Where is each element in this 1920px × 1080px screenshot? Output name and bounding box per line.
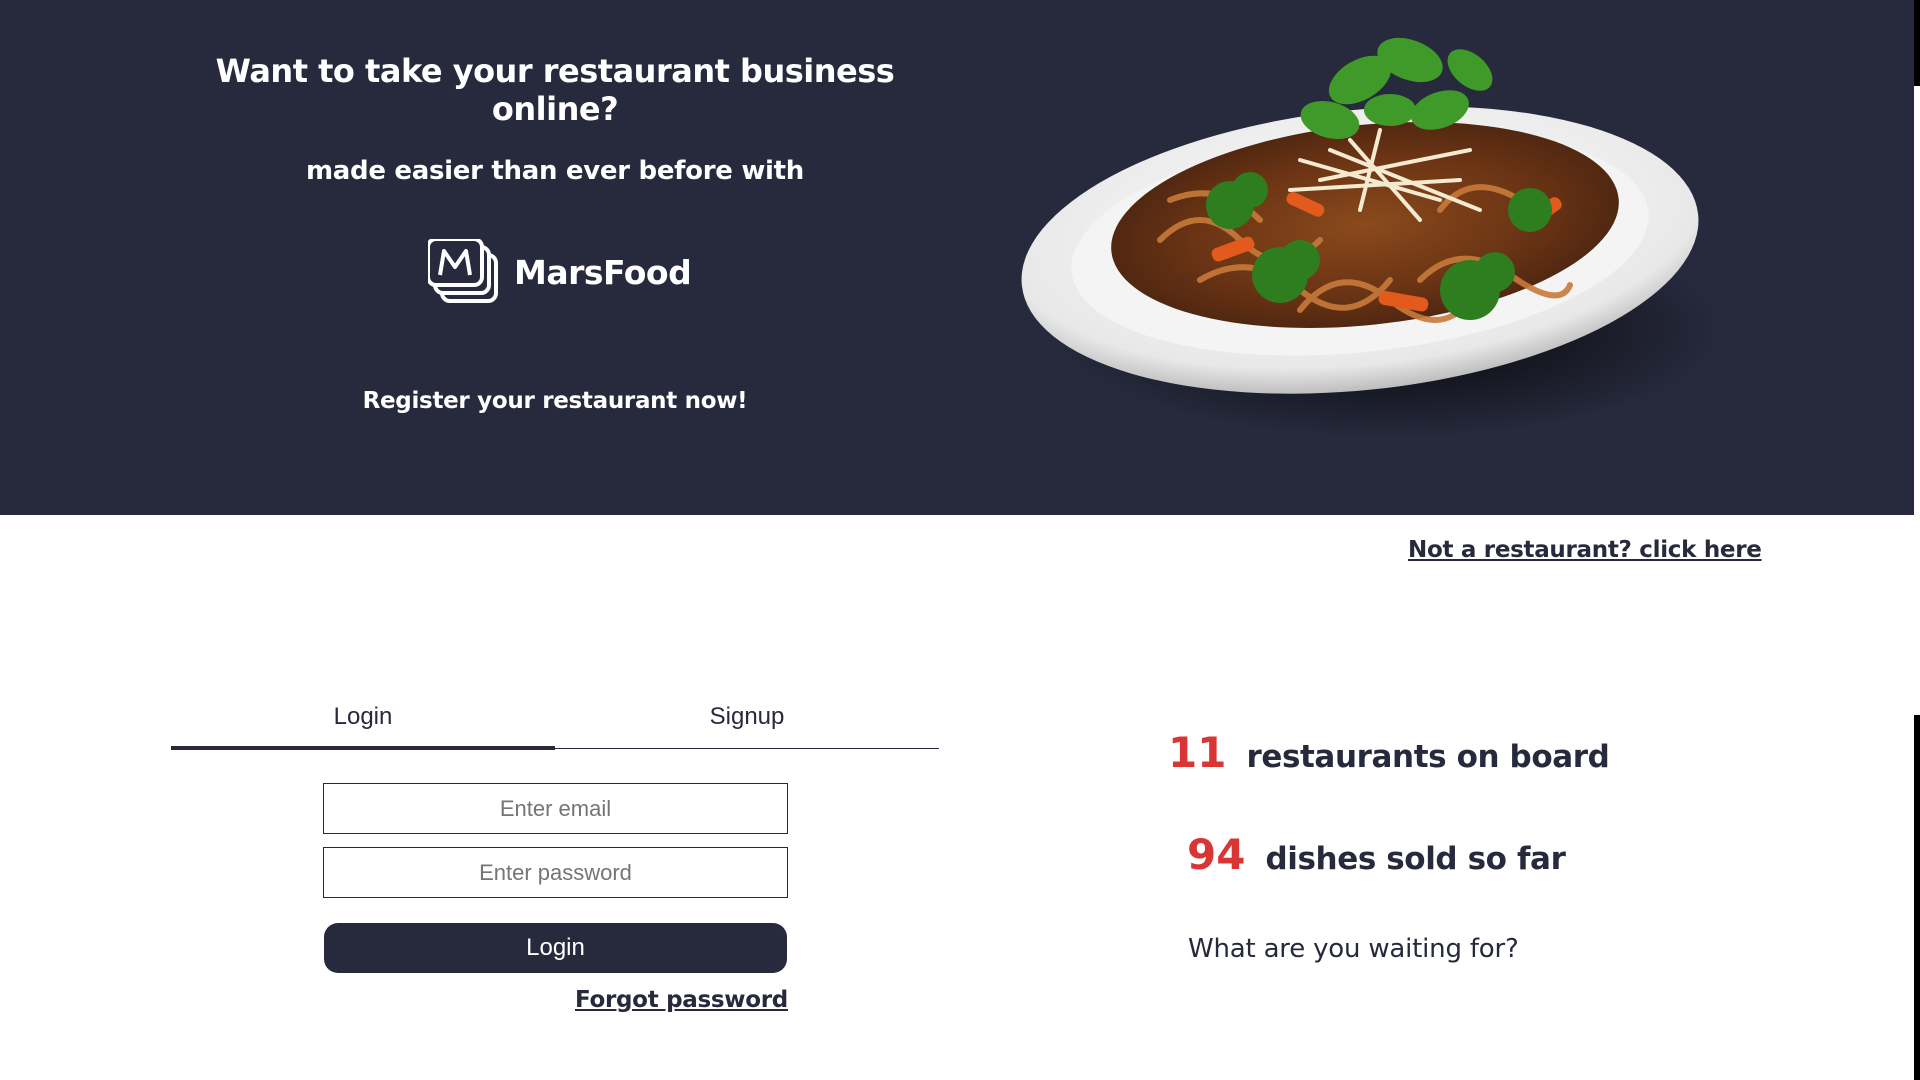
noodle-dish-image — [1021, 37, 1730, 440]
stacked-m-logo-icon — [428, 239, 498, 303]
page: Want to take your restaurant business on… — [0, 0, 1920, 1080]
restaurants-label: restaurants on board — [1246, 739, 1610, 775]
brand-logo: MarsFood — [428, 238, 692, 306]
hero-subtitle: made easier than ever before with — [305, 156, 805, 186]
auth-tabs: Login Signup — [171, 695, 939, 750]
restaurants-count: 11 — [1168, 728, 1227, 777]
email-field[interactable] — [323, 783, 788, 834]
password-field[interactable] — [323, 847, 788, 898]
restaurants-stat: 11 restaurants on board — [1168, 728, 1610, 777]
dishes-count: 94 — [1187, 830, 1246, 879]
tab-login[interactable]: Login — [171, 695, 555, 750]
cta-text: What are you waiting for? — [1188, 934, 1519, 964]
tab-signup[interactable]: Signup — [555, 695, 939, 748]
dishes-label: dishes sold so far — [1265, 841, 1566, 877]
edge-bar — [1914, 715, 1920, 1080]
forgot-password-link[interactable]: Forgot password — [575, 987, 788, 1013]
hero-title: Want to take your restaurant business on… — [215, 52, 895, 128]
not-restaurant-link[interactable]: Not a restaurant? click here — [1408, 537, 1762, 563]
brand-name: MarsFood — [514, 252, 692, 292]
login-button[interactable]: Login — [324, 923, 787, 973]
dishes-stat: 94 dishes sold so far — [1187, 830, 1566, 879]
hero-banner: Want to take your restaurant business on… — [0, 0, 1914, 515]
register-tagline: Register your restaurant now! — [362, 388, 748, 414]
edge-bar — [1914, 0, 1920, 86]
